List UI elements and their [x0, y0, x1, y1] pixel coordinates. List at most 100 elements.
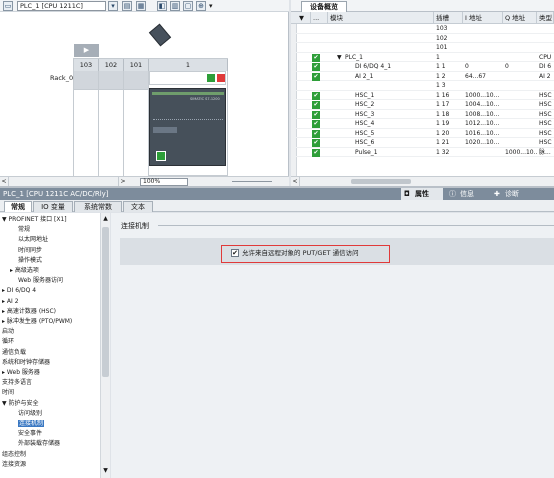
nav-item[interactable]: ▸ 高速计数器 (HSC): [2, 307, 56, 316]
table-row[interactable]: ✔ HSC_2 1 17 1004...10... HSC: [291, 100, 554, 110]
nav-item[interactable]: ▸ 脉冲发生器 (PTO/PWM): [2, 317, 72, 326]
slot-102[interactable]: [99, 71, 124, 89]
zoom-menu-icon[interactable]: ▾: [209, 2, 213, 10]
col-type[interactable]: 类型: [537, 12, 554, 24]
cell-type: [537, 81, 554, 90]
table-row[interactable]: ✔ HSC_3 1 18 1008...10... HSC: [291, 110, 554, 119]
page-icon[interactable]: ▢: [183, 1, 193, 11]
slot-101[interactable]: [124, 71, 149, 89]
table-row[interactable]: ✔ DI 6/DQ 4_1 1 1 0 0 DI 6: [291, 62, 554, 72]
table-row[interactable]: 102: [291, 34, 554, 43]
tab-properties[interactable]: ◘ 属性: [401, 188, 443, 200]
device-icon[interactable]: ▭: [3, 1, 13, 11]
cell-slot: 101: [436, 44, 448, 51]
tab-io-tags[interactable]: IO 变量: [33, 201, 73, 212]
tab-info[interactable]: ⓘ 信息: [446, 188, 490, 200]
scroll-down-icon[interactable]: ▼: [101, 467, 110, 475]
nav-item[interactable]: 通信负载: [2, 348, 26, 357]
table-row[interactable]: ✔ Pulse_1 1 32 1000...10... 脉...: [291, 148, 554, 157]
device-select[interactable]: PLC_1 [CPU 1211C]: [17, 1, 106, 11]
nav-item-label: ▸ DI 6/DQ 4: [2, 287, 37, 295]
slot-103[interactable]: [74, 71, 99, 89]
expand-icon[interactable]: ▼: [335, 53, 342, 62]
nav-item[interactable]: ▼ PROFINET 接口 [X1]: [2, 215, 67, 224]
table-row[interactable]: ✔ HSC_1 1 16 1000...10... HSC: [291, 91, 554, 100]
table-row[interactable]: ✔ AI 2_1 1 2 64...67 AI 2: [291, 72, 554, 81]
table-row[interactable]: ✔ HSC_5 1 20 1016...10... HSC: [291, 129, 554, 138]
col-slot[interactable]: 插槽: [434, 12, 463, 24]
table-row[interactable]: ✔ ▼ PLC_1 1 CPU: [291, 53, 554, 62]
nav-item[interactable]: 常规: [18, 225, 30, 234]
nav-item[interactable]: 时间同步: [18, 246, 42, 255]
device-view-hscroll[interactable]: < > 100%: [0, 176, 289, 186]
tab-device-overview[interactable]: 设备概览: [301, 1, 347, 12]
cell-i-address: 1012...10...: [465, 120, 500, 127]
table-row[interactable]: 101: [291, 43, 554, 53]
zoom-select[interactable]: 100%: [140, 178, 188, 186]
table-row[interactable]: ✔ HSC_6 1 21 1020...10... HSC: [291, 138, 554, 148]
col-i-address[interactable]: I 地址: [463, 12, 503, 24]
nav-item[interactable]: 循环: [2, 337, 14, 346]
slot-101-body[interactable]: [124, 89, 149, 176]
device-config-icon[interactable]: ◧: [157, 1, 167, 11]
nav-item[interactable]: Web 服务器访问: [18, 276, 63, 285]
table-row[interactable]: ✔ HSC_4 1 19 1012...10... HSC: [291, 119, 554, 129]
nav-item[interactable]: ▼ 防护与安全: [2, 399, 39, 408]
zoom-icon[interactable]: ⊕: [196, 1, 206, 11]
overview-hscroll[interactable]: <: [291, 176, 554, 186]
col-q-address[interactable]: Q 地址: [503, 12, 537, 24]
tab-general[interactable]: 常规: [4, 201, 32, 212]
device-view-panel: ▭ PLC_1 [CPU 1211C] ▾ ▤ ▦ ◧ ▥ ▢ ⊕ ▾ ▶ Ra…: [0, 0, 289, 186]
rack-expand-arrow-icon[interactable]: ▶: [74, 44, 99, 57]
nav-item[interactable]: 组态控制: [2, 450, 26, 459]
nav-item[interactable]: 安全事件: [18, 429, 42, 438]
cell-module: AI 2_1: [355, 72, 374, 80]
tab-texts[interactable]: 文本: [123, 201, 153, 212]
cell-i-address: [463, 81, 503, 90]
nav-item[interactable]: ▸ 高级选项: [10, 266, 39, 275]
nav-item[interactable]: 连接资源: [2, 460, 26, 469]
nav-item[interactable]: 系统和时钟存储器: [2, 358, 50, 367]
plc-module[interactable]: SIMATIC S7-1200: [149, 88, 226, 166]
nav-item[interactable]: 以太网地址: [18, 235, 48, 244]
table-row[interactable]: 1 3: [291, 81, 554, 91]
nav-item[interactable]: 外部装载存储器: [18, 439, 60, 448]
col-module[interactable]: 模块: [328, 12, 434, 24]
nav-item[interactable]: ▸ Web 服务器: [2, 368, 40, 377]
nav-item[interactable]: 时间: [2, 388, 14, 397]
cell-module: HSC_3: [355, 110, 375, 118]
put-get-checkbox[interactable]: ✔: [231, 249, 239, 257]
scroll-thumb[interactable]: [351, 179, 411, 184]
cell-i-address: [463, 53, 503, 62]
network-icon[interactable]: ▦: [136, 1, 146, 11]
nav-item[interactable]: 启动: [2, 327, 14, 336]
nav-item[interactable]: ▸ AI 2: [2, 297, 19, 306]
plc-status-icon: [207, 74, 215, 82]
slot-102-body[interactable]: [99, 89, 124, 176]
scroll-right-icon[interactable]: >: [118, 177, 127, 186]
cell-q-address: [503, 138, 537, 147]
nav-item[interactable]: ▸ DI 6/DQ 4: [2, 286, 36, 295]
properties-icon[interactable]: ▤: [122, 1, 132, 11]
cell-type: CPU: [539, 53, 552, 61]
zoom-slider[interactable]: [232, 181, 272, 182]
grid-icon[interactable]: ▥: [170, 1, 180, 11]
tab-system-constants[interactable]: 系统常数: [74, 201, 122, 212]
slot-103-body[interactable]: [74, 89, 99, 176]
nav-scrollbar[interactable]: ▲ ▼: [100, 213, 110, 478]
filter-icon[interactable]: ▼: [297, 12, 311, 24]
ok-status-icon: ✔: [312, 91, 320, 100]
scroll-left-icon[interactable]: <: [0, 177, 9, 186]
scroll-up-icon[interactable]: ▲: [101, 215, 110, 223]
module-catalog-icon[interactable]: [148, 23, 172, 47]
table-row[interactable]: 103: [291, 24, 554, 34]
tab-diagnostics[interactable]: ✚ 诊断: [491, 188, 535, 200]
scroll-thumb[interactable]: [102, 227, 109, 377]
nav-item[interactable]: 连接机制: [18, 419, 45, 428]
dropdown-icon[interactable]: ▾: [108, 1, 118, 11]
nav-item[interactable]: 支持多语言: [2, 378, 32, 387]
put-get-checkbox-label[interactable]: 允许来自远程对象的 PUT/GET 通信访问: [242, 249, 359, 257]
nav-item[interactable]: 操作模式: [18, 256, 42, 265]
scroll-left-icon[interactable]: <: [291, 177, 300, 186]
nav-item[interactable]: 访问级别: [18, 409, 42, 418]
